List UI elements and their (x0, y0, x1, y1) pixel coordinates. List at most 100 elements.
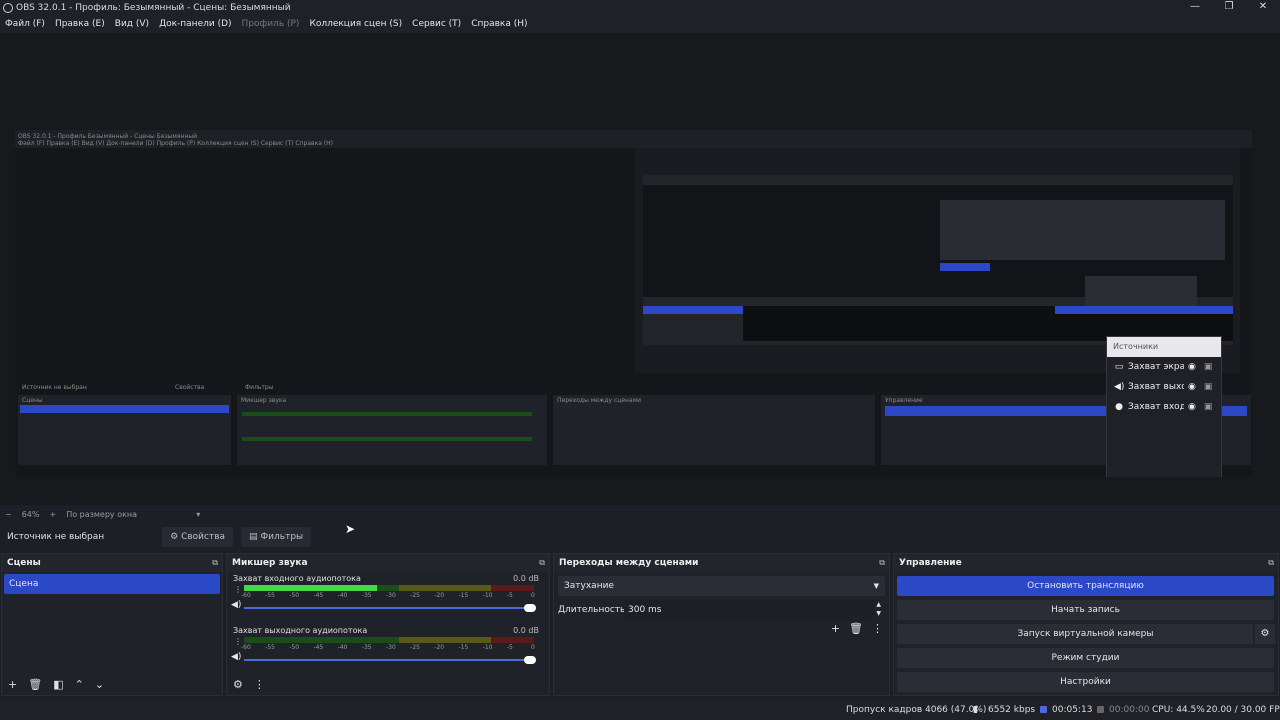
add-scene-icon[interactable]: + (8, 678, 17, 691)
menu-tools[interactable]: Сервис (T) (412, 19, 461, 29)
sources-popup: Источники ▭ Захват экрана ◉ ▣ ◀) Захват … (1106, 336, 1222, 477)
tick-label: 0 (531, 644, 535, 651)
nested-obs-capture: OBS 32.0.1 - Профиль Безымянный - Сцены … (15, 130, 1252, 477)
duration-row: Длительность 300 ms ▲ ▼ (558, 600, 885, 620)
properties-button[interactable]: ⚙ Свойства (162, 527, 234, 547)
transition-select[interactable]: Затухание ▼ (558, 576, 885, 596)
mixer-channel: Захват входного аудиопотока 0.0 dB ⋮ -60… (227, 572, 549, 624)
zoom-in-button[interactable]: + (49, 510, 56, 519)
level-meter (244, 637, 534, 643)
record-icon (1097, 706, 1104, 713)
minimize-button[interactable]: — (1178, 0, 1212, 16)
scene-filters-icon[interactable]: ◧ (53, 678, 63, 691)
remove-scene-icon[interactable]: 🗑 (28, 678, 42, 691)
preview-area[interactable]: OBS 32.0.1 - Профиль Безымянный - Сцены … (0, 33, 1280, 505)
mixer-settings-icon[interactable]: ⚙ (233, 678, 243, 691)
tick-label: -10 (482, 592, 493, 599)
studio-mode-button[interactable]: Режим студии (897, 648, 1274, 668)
duration-spinner[interactable]: ▲ ▼ (876, 600, 881, 618)
channel-db: 0.0 dB (513, 574, 539, 583)
tick-label: -35 (361, 592, 372, 599)
eye-icon[interactable]: ◉ (1188, 402, 1196, 412)
volume-knob[interactable] (524, 656, 536, 664)
speaker-icon[interactable]: ◀) (231, 652, 241, 662)
tick-label: -60 (241, 644, 251, 651)
lock-icon[interactable]: ▣ (1204, 402, 1213, 412)
chevron-down-icon[interactable]: ▾ (196, 510, 200, 519)
add-transition-icon[interactable]: + (831, 622, 840, 635)
lock-icon[interactable]: ▣ (1204, 382, 1213, 392)
title-bar: OBS 32.0.1 - Профиль: Безымянный - Сцены… (0, 0, 1280, 16)
chevron-down-icon: ▼ (873, 582, 879, 590)
gear-icon[interactable]: ⚙ (1253, 624, 1275, 644)
source-item[interactable]: ● Захват входного аудиопотока ◉ ▣ (1107, 397, 1221, 417)
volume-slider[interactable] (244, 656, 536, 664)
move-down-icon[interactable]: ⌄ (95, 678, 104, 691)
float-icon[interactable]: ⧉ (879, 554, 885, 572)
speaker-icon[interactable]: ◀) (231, 600, 241, 610)
more-icon[interactable]: ⋮ (872, 622, 883, 635)
level-meter (244, 585, 534, 591)
menu-file[interactable]: Файл (F) (5, 19, 45, 29)
status-bar: Пропуск кадров 4066 (47.0%) ▮ 6552 kbps … (0, 700, 1280, 720)
lock-icon[interactable]: ▣ (1204, 362, 1213, 372)
volume-knob[interactable] (524, 604, 536, 612)
scenes-dock: Сцены ⧉ Сцена + 🗑 ◧ ⌃ ⌄ (1, 553, 223, 696)
sources-header: Источники (1107, 337, 1221, 357)
tick-label: -5 (506, 644, 513, 651)
mixer-dock: Микшер звука ⧉ Захват входного аудиопоток… (226, 553, 550, 696)
tick-label: -40 (337, 592, 348, 599)
remove-transition-icon[interactable]: 🗑 (849, 622, 863, 635)
tick-label: -55 (265, 592, 275, 599)
move-up-icon[interactable]: ⌃ (75, 678, 84, 691)
channel-name: Захват входного аудиопотока (233, 574, 361, 583)
no-source-label: Источник не выбран (7, 532, 105, 542)
source-item[interactable]: ◀) Захват выходного аудиопотока ◉ ▣ (1107, 377, 1221, 397)
eye-icon[interactable]: ◉ (1188, 382, 1196, 392)
stop-stream-button[interactable]: Остановить трансляцию (897, 576, 1274, 596)
volume-slider[interactable] (244, 604, 536, 612)
stream-icon (1040, 706, 1047, 713)
menu-bar: Файл (F) Правка (E) Вид (V) Док-панели (… (0, 16, 1280, 32)
eye-icon[interactable]: ◉ (1188, 362, 1196, 372)
zoom-value: 64% (21, 509, 40, 519)
tick-label: -15 (458, 592, 469, 599)
duration-input[interactable]: 300 ms (624, 600, 874, 620)
virtual-camera-row: Запуск виртуальной камеры ⚙ (897, 624, 1275, 644)
start-recording-button[interactable]: Начать запись (897, 600, 1274, 620)
zoom-mode-select[interactable]: По размеру окна (66, 510, 186, 519)
stream-time: 00:05:13 (1052, 705, 1093, 715)
channel-db: 0.0 dB (513, 626, 539, 635)
menu-scene-collection[interactable]: Коллекция сцен (S) (309, 19, 402, 29)
more-icon[interactable]: ⋮ (254, 678, 265, 691)
zoom-out-button[interactable]: − (5, 510, 12, 519)
float-icon[interactable]: ⧉ (539, 554, 545, 572)
menu-view[interactable]: Вид (V) (115, 19, 149, 29)
source-item[interactable]: ▭ Захват экрана ◉ ▣ (1107, 357, 1221, 377)
cpu-usage: CPU: 44.5% (1152, 705, 1205, 715)
float-icon[interactable]: ⧉ (1268, 554, 1274, 572)
tick-label: -30 (386, 592, 396, 599)
tick-label: -5 (506, 592, 513, 599)
maximize-button[interactable]: ❐ (1212, 0, 1246, 16)
tick-label: -25 (410, 592, 420, 599)
float-icon[interactable]: ⧉ (212, 554, 218, 572)
start-virtual-camera-button[interactable]: Запуск виртуальной камеры (1018, 629, 1154, 639)
tick-label: -55 (265, 644, 275, 651)
record-time: 00:00:00 (1109, 705, 1150, 715)
mouse-cursor-icon: ➤ (345, 522, 356, 536)
menu-help[interactable]: Справка (H) (471, 19, 527, 29)
close-button[interactable]: ✕ (1246, 0, 1280, 16)
speaker-icon: ◀) (1114, 382, 1125, 392)
menu-docks[interactable]: Док-панели (D) (159, 19, 231, 29)
scenes-title: Сцены (7, 558, 41, 568)
preview-canvas[interactable]: OBS 32.0.1 - Профиль Безымянный - Сцены … (15, 130, 1252, 477)
menu-edit[interactable]: Правка (E) (55, 19, 105, 29)
tick-label: -20 (434, 644, 445, 651)
filters-button[interactable]: ▤ Фильтры (241, 527, 312, 547)
tick-label: 0 (531, 592, 535, 599)
transitions-title: Переходы между сценами (559, 558, 699, 568)
scene-item[interactable]: Сцена (4, 574, 220, 594)
settings-button[interactable]: Настройки (897, 672, 1274, 692)
obs-logo-icon (3, 3, 13, 13)
